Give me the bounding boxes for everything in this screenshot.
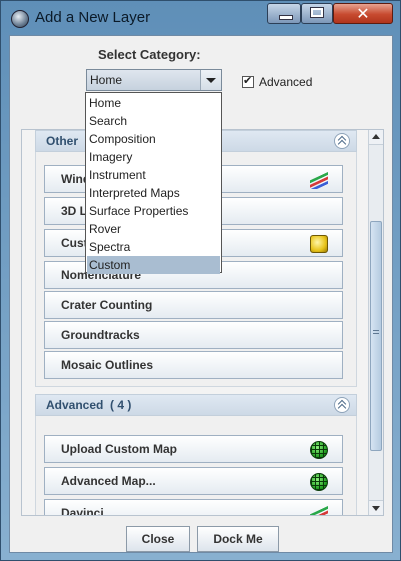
dropdown-option-rover[interactable]: Rover xyxy=(87,220,220,238)
category-dropdown-value: Home xyxy=(90,73,123,87)
globe-icon xyxy=(310,441,328,459)
dropdown-option-search[interactable]: Search xyxy=(87,112,220,130)
add-layer-window: Add a New Layer ✕ Select Category: Home … xyxy=(0,0,401,561)
group-title-other: Other ( xyxy=(46,134,89,148)
vertical-scrollbar[interactable] xyxy=(368,130,383,515)
maximize-icon xyxy=(310,7,324,18)
layer-button-label: Advanced Map... xyxy=(61,474,156,488)
group-header-advanced[interactable]: Advanced ( 4 ) xyxy=(35,394,357,416)
dropdown-option-imagery[interactable]: Imagery xyxy=(87,148,220,166)
dropdown-option-composition[interactable]: Composition xyxy=(87,130,220,148)
custom-layer-icon xyxy=(310,235,328,253)
layer-button-mosaic-outlines[interactable]: Mosaic Outlines xyxy=(44,351,343,379)
dock-me-button[interactable]: Dock Me xyxy=(197,526,279,552)
scroll-up-icon[interactable] xyxy=(369,130,383,145)
window-title: Add a New Layer xyxy=(35,9,151,26)
layer-button-label: Mosaic Outlines xyxy=(61,358,154,372)
close-button[interactable]: Close xyxy=(126,526,190,552)
layer-button-label: Groundtracks xyxy=(61,328,140,342)
dropdown-option-instrument[interactable]: Instrument xyxy=(87,166,220,184)
close-button-label: Close xyxy=(141,532,175,546)
layers-icon xyxy=(310,505,328,515)
layer-button-davinci[interactable]: Davinci xyxy=(44,499,343,515)
close-window-button[interactable]: ✕ xyxy=(333,3,393,24)
globe-icon xyxy=(310,473,328,491)
layer-button-label: Upload Custom Map xyxy=(61,442,177,456)
minimize-icon xyxy=(279,15,293,20)
minimize-button[interactable] xyxy=(267,3,301,24)
layer-button-label: Cust xyxy=(61,236,88,250)
group-title-advanced: Advanced ( 4 ) xyxy=(46,398,132,412)
maximize-button[interactable] xyxy=(301,3,333,24)
advanced-checkbox-label[interactable]: Advanced xyxy=(259,75,312,89)
check-icon: ✔ xyxy=(243,74,253,87)
scrollbar-thumb[interactable] xyxy=(370,221,382,451)
layer-button-label: Davinci xyxy=(61,506,104,515)
layer-button-groundtracks[interactable]: Groundtracks xyxy=(44,321,343,349)
layer-button-upload-custom-map[interactable]: Upload Custom Map xyxy=(44,435,343,463)
layers-icon xyxy=(310,171,328,189)
title-bar[interactable]: Add a New Layer ✕ xyxy=(1,1,400,35)
advanced-checkbox[interactable]: ✔ xyxy=(242,74,254,88)
layer-button-advanced-map[interactable]: Advanced Map... xyxy=(44,467,343,495)
dock-me-button-label: Dock Me xyxy=(213,532,263,546)
chevron-down-icon[interactable] xyxy=(200,70,221,90)
grip-icon xyxy=(373,330,379,336)
dropdown-option-custom[interactable]: Custom xyxy=(87,256,220,274)
category-dropdown[interactable]: Home xyxy=(86,69,222,91)
app-globe-icon xyxy=(11,10,29,28)
collapse-group-icon[interactable] xyxy=(334,397,350,413)
dropdown-option-spectra[interactable]: Spectra xyxy=(87,238,220,256)
layer-button-label: Crater Counting xyxy=(61,298,153,312)
dropdown-option-interpreted-maps[interactable]: Interpreted Maps xyxy=(87,184,220,202)
layer-button-crater-counting[interactable]: Crater Counting xyxy=(44,291,343,319)
dropdown-option-surface-properties[interactable]: Surface Properties xyxy=(87,202,220,220)
dropdown-option-home[interactable]: Home xyxy=(87,94,220,112)
scroll-down-icon[interactable] xyxy=(369,500,383,515)
layer-button-label: 3D L xyxy=(61,204,88,218)
close-icon: ✕ xyxy=(356,4,370,23)
select-category-label: Select Category: xyxy=(98,47,201,62)
collapse-group-icon[interactable] xyxy=(334,133,350,149)
category-dropdown-list[interactable]: Home Search Composition Imagery Instrume… xyxy=(85,92,222,274)
